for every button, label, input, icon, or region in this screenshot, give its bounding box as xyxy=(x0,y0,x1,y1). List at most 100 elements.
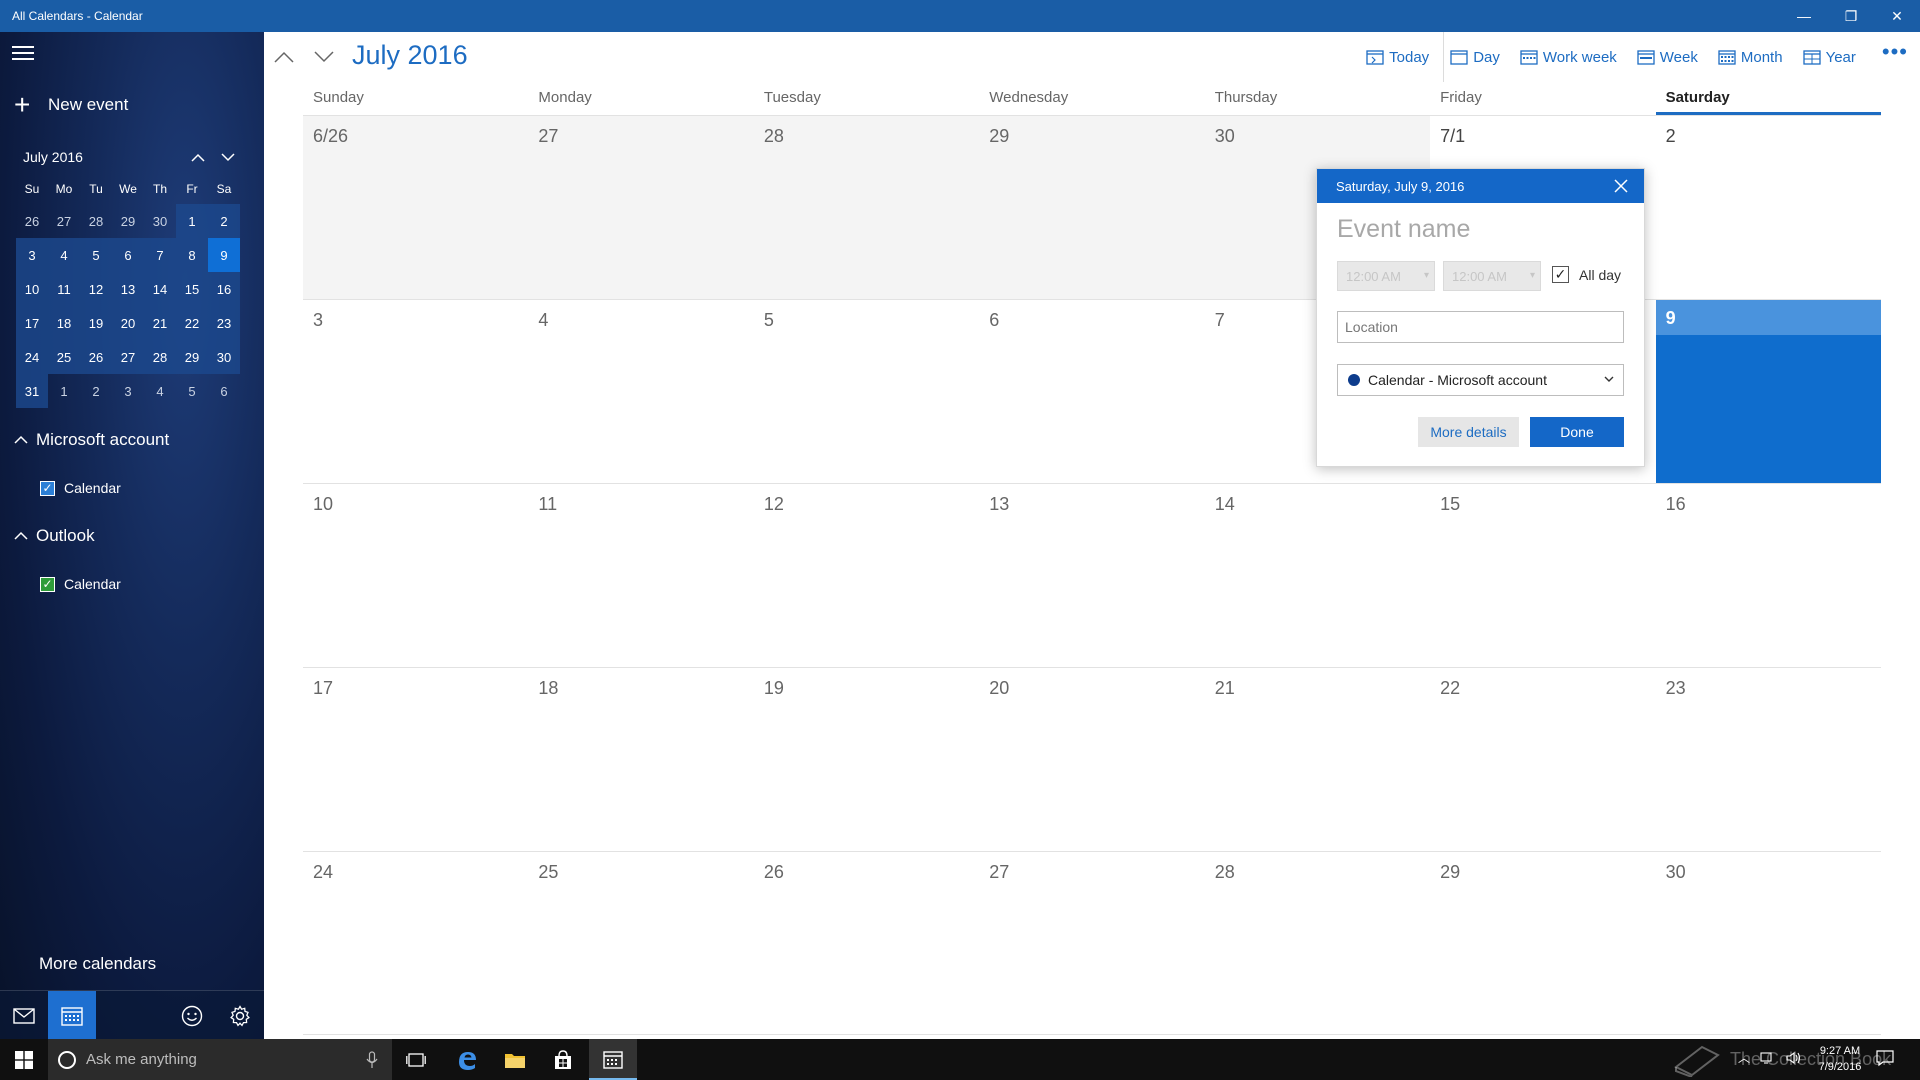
close-button[interactable]: ✕ xyxy=(1874,0,1920,32)
mini-calendar-month-label[interactable]: July 2016 xyxy=(23,149,183,165)
action-center-button[interactable] xyxy=(1876,1049,1894,1072)
more-options-icon[interactable]: ••• xyxy=(1882,41,1908,63)
year-view-button[interactable]: Year xyxy=(1802,49,1856,66)
checkbox-checked-icon[interactable]: ✓ xyxy=(1552,266,1569,283)
mini-prev-month-button[interactable] xyxy=(183,145,213,169)
mini-calendar-day[interactable]: 28 xyxy=(80,204,112,238)
task-view-button[interactable] xyxy=(392,1039,440,1080)
feedback-button[interactable] xyxy=(168,991,216,1040)
done-button[interactable]: Done xyxy=(1530,417,1624,447)
mini-calendar-day[interactable]: 9 xyxy=(208,238,240,272)
mini-calendar-day[interactable]: 20 xyxy=(112,306,144,340)
mini-calendar-day[interactable]: 30 xyxy=(144,204,176,238)
mini-calendar-day[interactable]: 14 xyxy=(144,272,176,306)
new-event-button[interactable]: + New event xyxy=(14,90,128,120)
mini-calendar-day[interactable]: 23 xyxy=(208,306,240,340)
day-cell[interactable]: 22 xyxy=(1430,667,1656,851)
mini-calendar-day[interactable]: 12 xyxy=(80,272,112,306)
day-cell[interactable]: 6/26 xyxy=(303,115,529,299)
day-cell[interactable]: 29 xyxy=(979,115,1205,299)
start-time-picker[interactable]: 12:00 AM ▾ xyxy=(1337,261,1435,291)
mini-next-month-button[interactable] xyxy=(213,145,243,169)
day-cell[interactable]: 16 xyxy=(1655,483,1881,667)
day-cell[interactable]: 9 xyxy=(1655,299,1881,483)
mini-calendar-day[interactable]: 26 xyxy=(80,340,112,374)
show-hidden-icons-icon[interactable]: ︿ xyxy=(1738,1049,1750,1066)
all-day-toggle[interactable]: ✓ All day xyxy=(1552,266,1621,283)
week-view-button[interactable]: Week xyxy=(1637,49,1698,66)
day-cell[interactable]: 14 xyxy=(1204,483,1431,667)
network-icon[interactable] xyxy=(1760,1051,1776,1065)
mini-calendar-day[interactable]: 19 xyxy=(80,306,112,340)
day-cell[interactable]: 12 xyxy=(753,483,980,667)
event-name-input[interactable]: Event name xyxy=(1337,215,1470,244)
more-calendars-link[interactable]: More calendars xyxy=(39,954,156,974)
day-cell[interactable]: 24 xyxy=(303,851,529,1035)
mini-calendar-day[interactable]: 2 xyxy=(208,204,240,238)
day-cell[interactable]: 20 xyxy=(979,667,1205,851)
mini-calendar-day[interactable]: 3 xyxy=(16,238,48,272)
day-cell[interactable]: 29 xyxy=(1430,851,1656,1035)
next-month-button[interactable] xyxy=(308,42,340,72)
more-details-button[interactable]: More details xyxy=(1418,417,1519,447)
file-explorer-button[interactable] xyxy=(491,1039,539,1080)
day-cell[interactable]: 19 xyxy=(753,667,980,851)
day-cell[interactable]: 28 xyxy=(753,115,980,299)
mini-calendar-day[interactable]: 22 xyxy=(176,306,208,340)
checkbox-checked-icon[interactable]: ✓ xyxy=(40,576,55,592)
mini-calendar-day[interactable]: 27 xyxy=(112,340,144,374)
day-cell[interactable]: 21 xyxy=(1204,667,1431,851)
mini-calendar-day[interactable]: 21 xyxy=(144,306,176,340)
today-button[interactable]: Today xyxy=(1366,49,1429,66)
store-button[interactable] xyxy=(539,1039,587,1080)
mini-calendar-day[interactable]: 8 xyxy=(176,238,208,272)
mini-calendar-day[interactable]: 1 xyxy=(176,204,208,238)
mini-calendar-day[interactable]: 11 xyxy=(48,272,80,306)
calendar-button[interactable] xyxy=(48,991,96,1040)
month-view-button[interactable]: Month xyxy=(1718,49,1783,66)
location-input[interactable] xyxy=(1337,311,1624,343)
mini-calendar-day[interactable]: 5 xyxy=(176,374,208,408)
day-cell[interactable]: 27 xyxy=(528,115,754,299)
mini-calendar-day[interactable]: 16 xyxy=(208,272,240,306)
mini-calendar-day[interactable]: 18 xyxy=(48,306,80,340)
day-cell[interactable]: 23 xyxy=(1655,667,1881,851)
mini-calendar-day[interactable]: 2 xyxy=(80,374,112,408)
calendar-toggle-outlook[interactable]: ✓ Calendar xyxy=(40,576,121,592)
mini-calendar-day[interactable]: 28 xyxy=(144,340,176,374)
mini-calendar-day[interactable]: 24 xyxy=(16,340,48,374)
calendar-app-button[interactable] xyxy=(589,1039,637,1080)
account-outlook-header[interactable]: Outlook xyxy=(14,526,95,546)
day-cell[interactable]: 15 xyxy=(1430,483,1656,667)
day-cell[interactable]: 6 xyxy=(979,299,1205,483)
mini-calendar-day[interactable]: 17 xyxy=(16,306,48,340)
day-cell[interactable]: 3 xyxy=(303,299,529,483)
mini-calendar-day[interactable]: 26 xyxy=(16,204,48,238)
mini-calendar-day[interactable]: 7 xyxy=(144,238,176,272)
day-cell[interactable]: 2 xyxy=(1655,115,1881,299)
mini-calendar-day[interactable]: 13 xyxy=(112,272,144,306)
previous-month-button[interactable] xyxy=(268,42,300,72)
mini-calendar-day[interactable]: 3 xyxy=(112,374,144,408)
day-cell[interactable]: 13 xyxy=(979,483,1205,667)
mail-button[interactable] xyxy=(0,991,48,1040)
mini-calendar-day[interactable]: 27 xyxy=(48,204,80,238)
mini-calendar-day[interactable]: 4 xyxy=(48,238,80,272)
mini-calendar-day[interactable]: 1 xyxy=(48,374,80,408)
mini-calendar-day[interactable]: 5 xyxy=(80,238,112,272)
close-icon[interactable] xyxy=(1612,177,1630,195)
day-cell[interactable]: 5 xyxy=(753,299,980,483)
settings-button[interactable] xyxy=(216,991,264,1040)
mini-calendar-day[interactable]: 29 xyxy=(112,204,144,238)
day-cell[interactable]: 10 xyxy=(303,483,529,667)
mini-calendar-day[interactable]: 6 xyxy=(112,238,144,272)
cortana-search-box[interactable]: Ask me anything xyxy=(48,1039,392,1080)
day-view-button[interactable]: Day xyxy=(1450,49,1500,66)
day-cell[interactable]: 4 xyxy=(528,299,754,483)
account-microsoft-header[interactable]: Microsoft account xyxy=(14,430,169,450)
day-cell[interactable]: 11 xyxy=(528,483,754,667)
edge-button[interactable] xyxy=(443,1039,491,1080)
mini-calendar-day[interactable]: 4 xyxy=(144,374,176,408)
minimize-button[interactable]: — xyxy=(1781,0,1827,32)
mini-calendar-day[interactable]: 10 xyxy=(16,272,48,306)
